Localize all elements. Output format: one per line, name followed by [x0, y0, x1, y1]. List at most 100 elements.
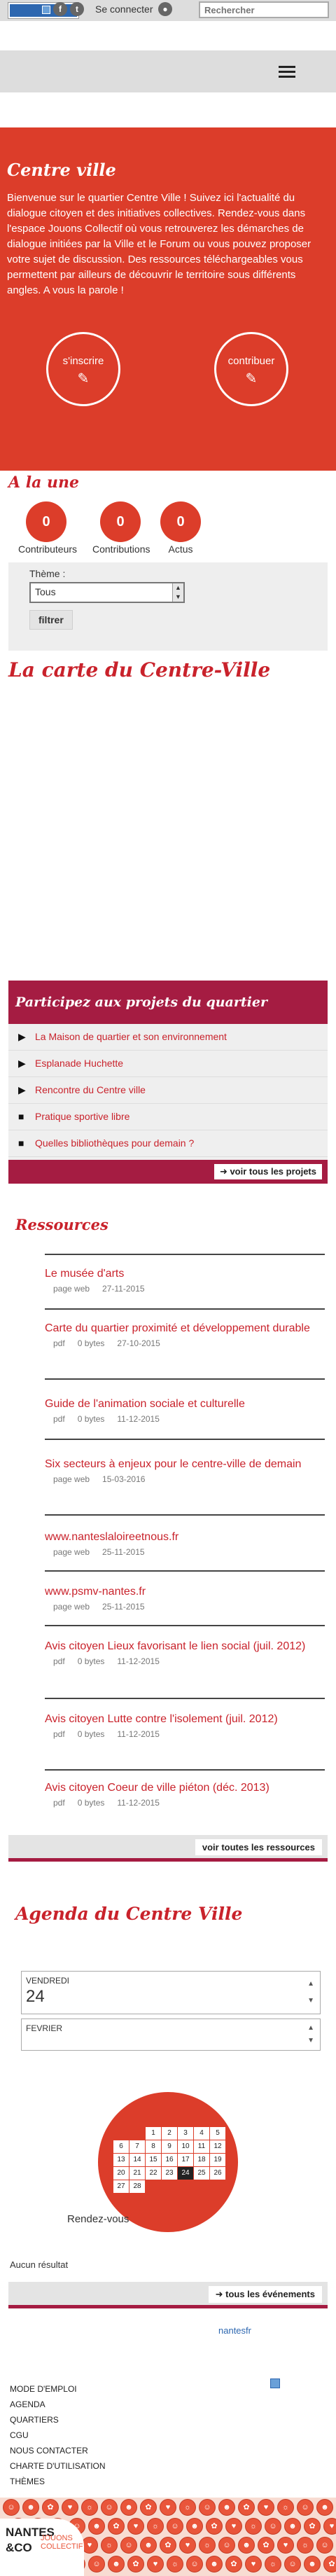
projects-title: Participez aux projets du quartier	[8, 981, 328, 1024]
twitter-icon[interactable]: t	[70, 2, 84, 16]
calendar-day[interactable]: 15	[146, 2154, 161, 2166]
resource-meta: page web 25-11-2015	[45, 1547, 325, 1557]
calendar-day[interactable]: 25	[194, 2167, 209, 2180]
project-label: Quelles bibliothèques pour demain ?	[35, 1137, 195, 1149]
see-all-projects-button[interactable]: ➜ voir tous les projets	[214, 1164, 322, 1179]
page-title: Centre ville	[7, 160, 116, 180]
calendar-day[interactable]: 26	[210, 2167, 225, 2180]
theme-select[interactable]: Tous ▲ ▼	[29, 582, 185, 603]
resource-item[interactable]: www.psmv-nantes.fr page web 25-11-2015	[45, 1584, 325, 1612]
smiley-face-icon: ✿	[160, 2537, 176, 2554]
smiley-face-icon: ♥	[277, 2537, 294, 2554]
resource-item[interactable]: Six secteurs à enjeux pour le centre-vil…	[45, 1457, 325, 1484]
filter-button[interactable]: filtrer	[29, 610, 73, 630]
calendar-day[interactable]: 17	[178, 2154, 193, 2166]
smiley-face-icon: ♥	[62, 2499, 78, 2516]
resource-type: page web	[53, 1547, 90, 1557]
divider	[45, 1254, 325, 1255]
language-flag[interactable]	[8, 2, 79, 19]
project-item[interactable]: ▶ Rencontre du Centre ville	[8, 1077, 328, 1104]
footer-link[interactable]: QUARTIERS	[10, 2412, 106, 2428]
footer-link[interactable]: CHARTE D'UTILISATION	[10, 2458, 106, 2474]
resource-item[interactable]: Guide de l'animation sociale et culturel…	[45, 1397, 325, 1424]
see-all-resources-button[interactable]: voir toutes les ressources	[195, 1839, 322, 1855]
calendar-day[interactable]: 16	[162, 2154, 177, 2166]
resource-type: pdf	[53, 1729, 65, 1739]
stat-label: Contributeurs	[18, 543, 78, 555]
resource-meta: pdf 0 bytes 11-12-2015	[45, 1729, 325, 1739]
smiley-face-icon: ♥	[127, 2518, 144, 2535]
nantesfr-link[interactable]: nantesfr	[218, 2325, 251, 2336]
footer-link[interactable]: MODE D'EMPLOI	[10, 2381, 106, 2397]
calendar-day[interactable]: 28	[130, 2180, 145, 2193]
facebook-icon[interactable]: f	[53, 2, 67, 16]
resource-type: page web	[53, 1284, 90, 1294]
calendar-day[interactable]: 8	[146, 2140, 161, 2153]
resource-item[interactable]: www.nanteslaloireetnous.fr page web 25-11…	[45, 1530, 325, 1557]
project-item[interactable]: ■ Pratique sportive libre	[8, 1104, 328, 1130]
project-item[interactable]: ▶ La Maison de quartier et son environnem…	[8, 1024, 328, 1051]
calendar-day[interactable]: 21	[130, 2167, 145, 2180]
calendar-empty-cell	[113, 2127, 129, 2140]
hamburger-menu-icon[interactable]	[279, 66, 295, 78]
calendar-day[interactable]: 19	[210, 2154, 225, 2166]
calendar-day[interactable]: 5	[210, 2127, 225, 2140]
resource-item[interactable]: Avis citoyen Coeur de ville piéton (déc.…	[45, 1780, 325, 1808]
calendar-day[interactable]: 24	[178, 2167, 193, 2180]
footer-link[interactable]: AGENDA	[10, 2397, 106, 2412]
resource-size: 0 bytes	[77, 1414, 105, 1424]
signup-button[interactable]: s'inscrire ✎	[46, 332, 120, 406]
smiley-face-icon: ☺	[284, 2556, 301, 2572]
hero-section: Centre ville Bienvenue sur le quartier C…	[0, 127, 336, 471]
see-all-events-button[interactable]: ➜ tous les événements	[208, 2286, 322, 2303]
stat-value: 0	[100, 501, 141, 542]
smiley-face-icon: ♥	[160, 2499, 176, 2516]
calendar-day[interactable]: 10	[178, 2140, 193, 2153]
calendar-day[interactable]: 2	[162, 2127, 177, 2140]
footer-link[interactable]: NOUS CONTACTER	[10, 2443, 106, 2458]
month-picker[interactable]: FEVRIER ▲ ▼	[21, 2018, 321, 2051]
search-input[interactable]	[199, 1, 329, 18]
calendar-day[interactable]: 27	[113, 2180, 129, 2193]
calendar-day[interactable]: 4	[194, 2127, 209, 2140]
resource-meta: pdf 0 bytes 27-10-2015	[45, 1338, 325, 1348]
footer-link[interactable]: THÈMES	[10, 2474, 106, 2489]
smiley-face-icon: ☼	[277, 2499, 294, 2516]
spinner-icon[interactable]: ▲ ▼	[307, 1976, 314, 2009]
calendar-day[interactable]: 22	[146, 2167, 161, 2180]
calendar-day[interactable]: 9	[162, 2140, 177, 2153]
calendar-day[interactable]: 13	[113, 2154, 129, 2166]
resource-item[interactable]: Carte du quartier proximité et développe…	[45, 1321, 325, 1348]
day-picker[interactable]: VENDREDI 24 ▲ ▼	[21, 1971, 321, 2014]
spinner-icon[interactable]: ▲ ▼	[307, 2022, 314, 2047]
calendar-day[interactable]: 11	[194, 2140, 209, 2153]
calendar-day[interactable]: 6	[113, 2140, 129, 2153]
footer-link[interactable]: CGU	[10, 2428, 106, 2443]
resource-item[interactable]: Avis citoyen Lutte contre l'isolement (j…	[45, 1712, 325, 1739]
smiley-face-icon: ✿	[206, 2518, 223, 2535]
nantes-logo[interactable]: NANTES &CO JOUONS COLLECTIF	[0, 2519, 84, 2576]
smiley-face-icon: ☺	[199, 2499, 216, 2516]
calendar-day[interactable]: 14	[130, 2154, 145, 2166]
resource-item[interactable]: Le musée d'arts page web 27-11-2015	[45, 1266, 325, 1294]
calendar-day[interactable]: 18	[194, 2154, 209, 2166]
user-icon[interactable]: ●	[158, 2, 172, 16]
project-item[interactable]: ▶ Esplanade Huchette	[8, 1051, 328, 1077]
calendar-day[interactable]: 3	[178, 2127, 193, 2140]
calendar-day[interactable]: 1	[146, 2127, 161, 2140]
map-area[interactable]	[8, 693, 328, 967]
calendar-day[interactable]: 7	[130, 2140, 145, 2153]
login-link[interactable]: Se connecter	[95, 4, 153, 15]
resource-item[interactable]: Avis citoyen Lieux favorisant le lien so…	[45, 1639, 325, 1666]
contribute-button[interactable]: contribuer ✎	[214, 332, 288, 406]
pencil-icon: ✎	[245, 371, 258, 387]
calendar-day[interactable]: 20	[113, 2167, 129, 2180]
project-item[interactable]: ■ Quelles bibliothèques pour demain ?	[8, 1130, 328, 1157]
calendar-widget: 1 2 3 4 5 6 7 8 9 10 11 12 13 14 15 16 17 18 19 20 21 22 23 24 2…	[98, 2092, 238, 2232]
resource-size: 0 bytes	[77, 1656, 105, 1666]
calendar-day[interactable]: 12	[210, 2140, 225, 2153]
smiley-face-icon: ☺	[265, 2518, 281, 2535]
calendar-day[interactable]: 23	[162, 2167, 177, 2180]
smiley-face-icon: ☼	[81, 2499, 98, 2516]
stop-icon: ■	[18, 1137, 24, 1149]
